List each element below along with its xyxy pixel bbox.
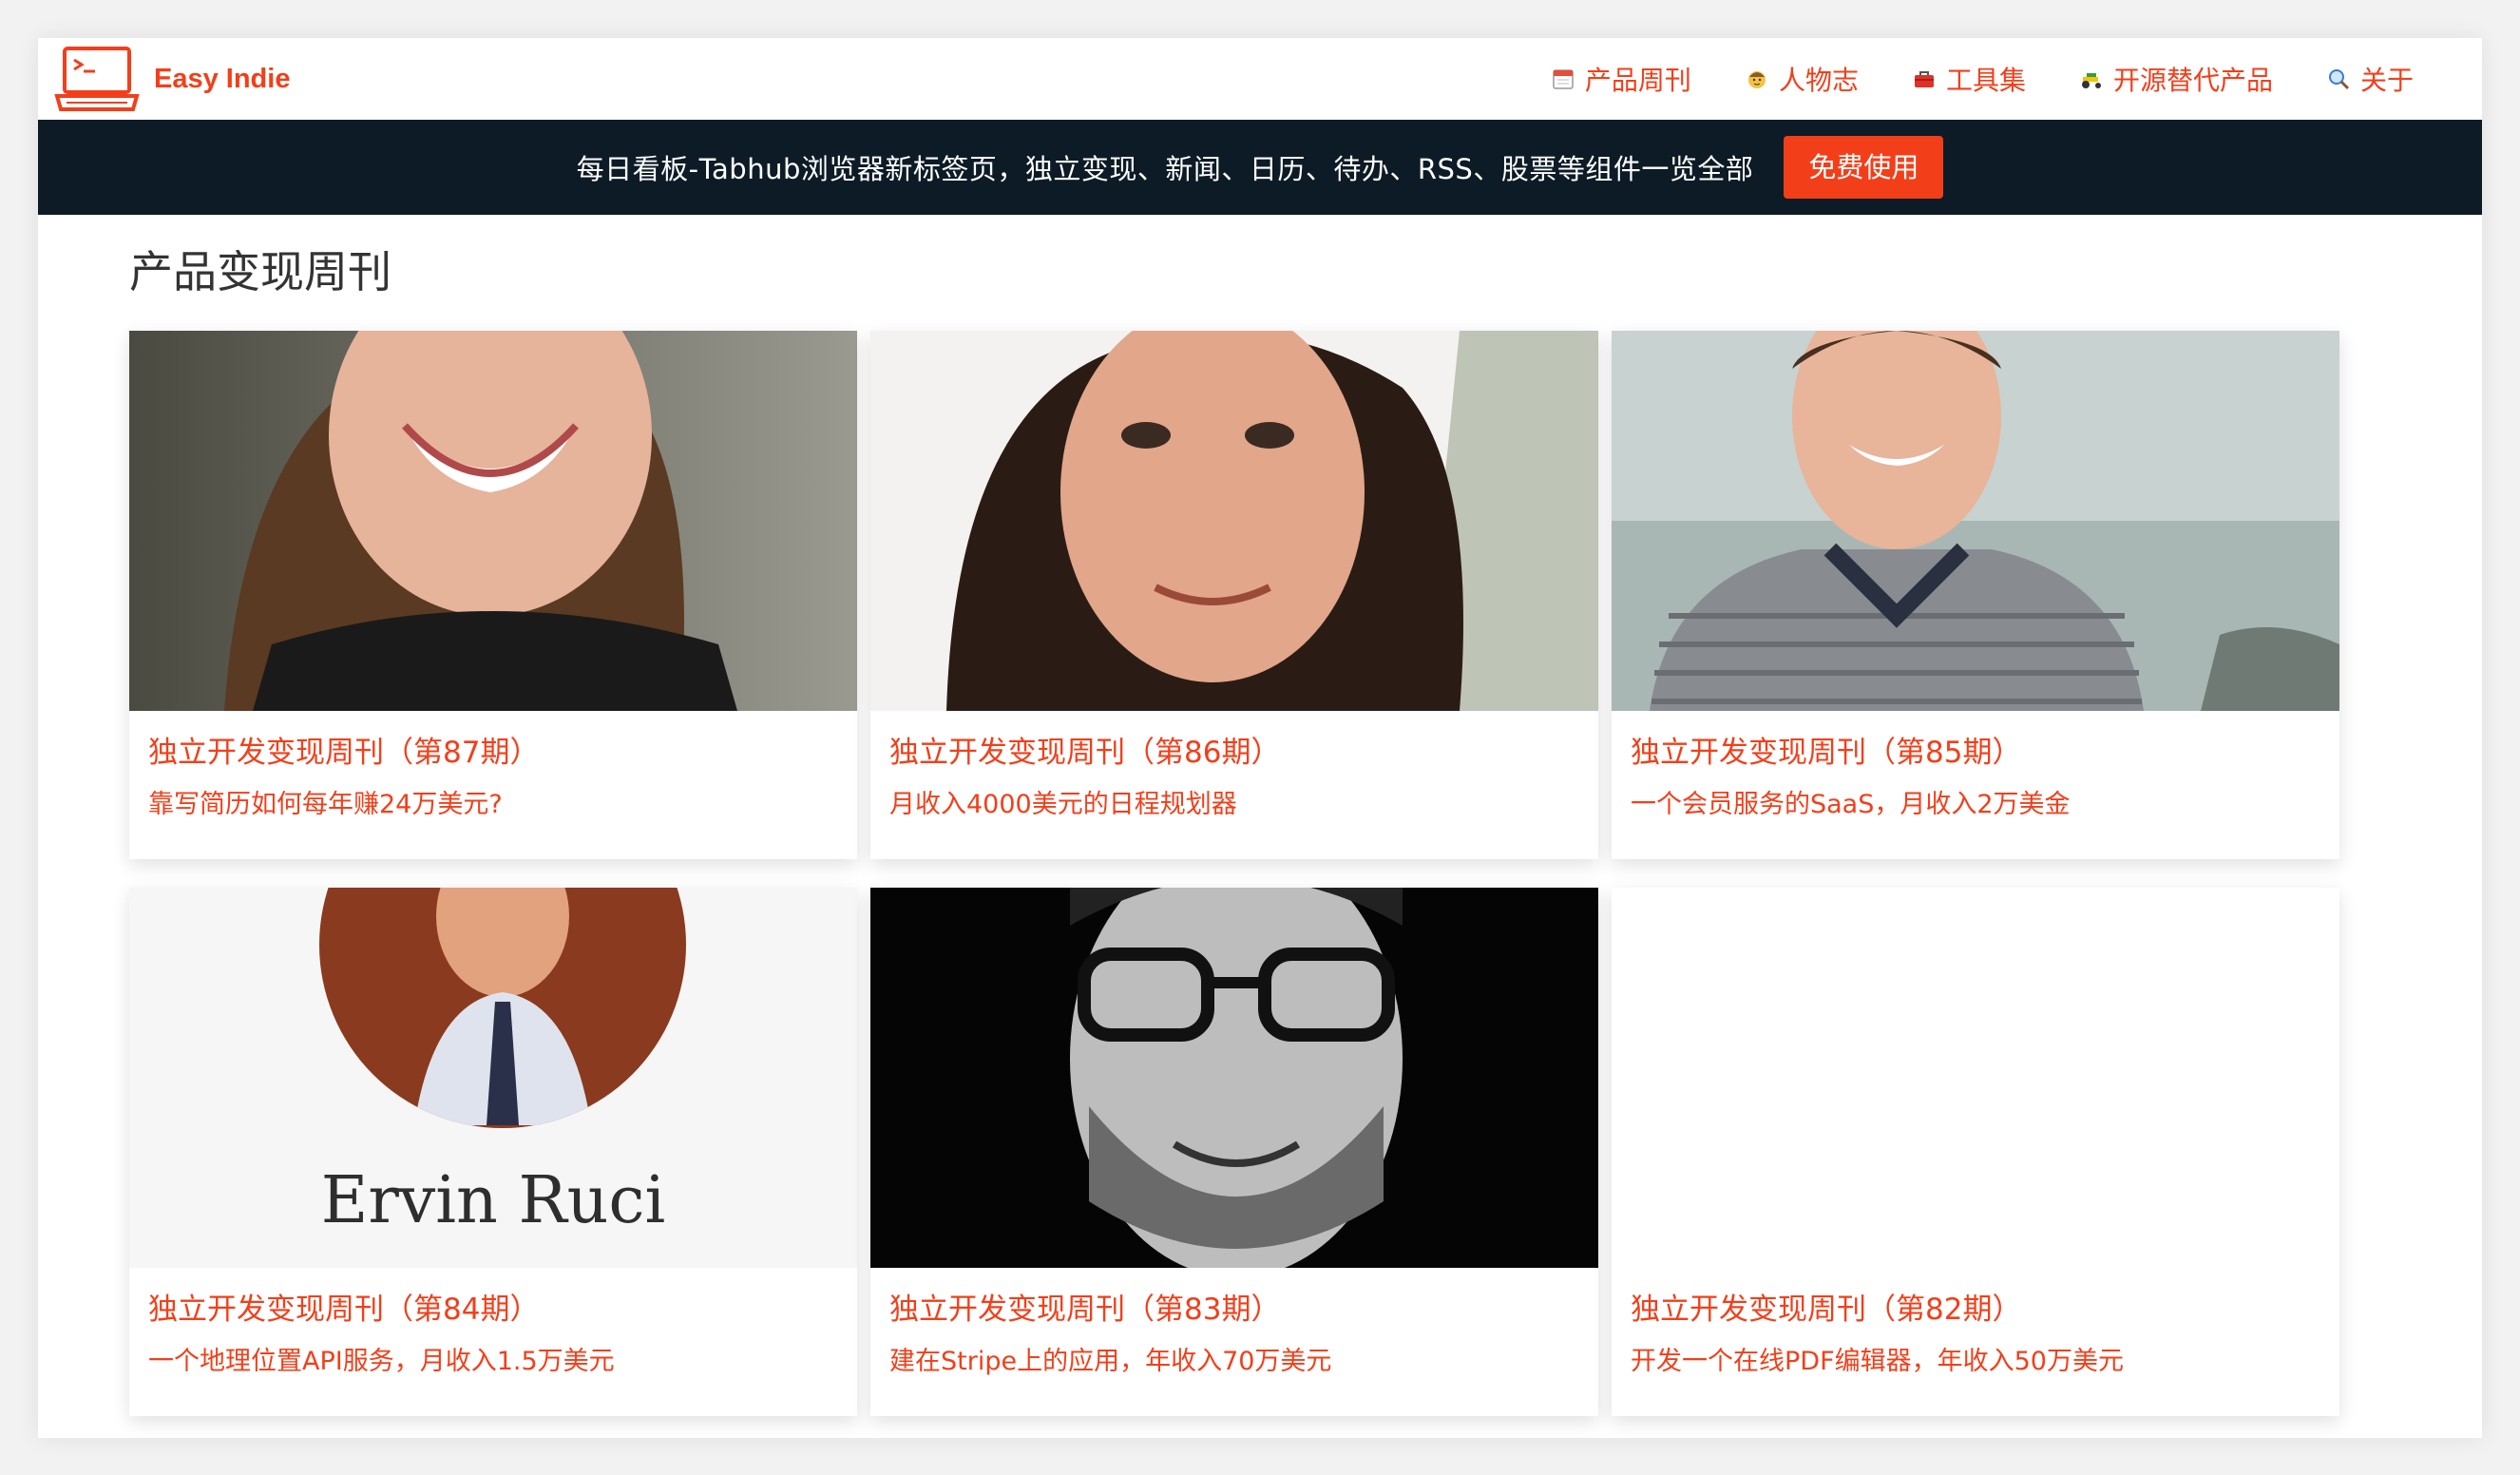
card-title[interactable]: 独立开发变现周刊（第84期） bbox=[148, 1285, 539, 1328]
card-subtitle[interactable]: 开发一个在线PDF编辑器，年收入50万美元 bbox=[1631, 1340, 2124, 1377]
nav-item-people[interactable]: 人物志 bbox=[1745, 60, 1859, 98]
nav-item-weekly[interactable]: 产品周刊 bbox=[1551, 60, 1691, 98]
weekly-card-83[interactable]: 独立开发变现周刊（第83期） 建在Stripe上的应用，年收入70万美元 bbox=[870, 888, 1598, 1416]
card-title[interactable]: 独立开发变现周刊（第86期） bbox=[889, 728, 1280, 771]
laptop-logo-icon bbox=[54, 47, 140, 111]
nav-item-about[interactable]: 关于 bbox=[2326, 60, 2414, 98]
card-title[interactable]: 独立开发变现周刊（第83期） bbox=[889, 1285, 1280, 1328]
nav-item-tools[interactable]: 工具集 bbox=[1912, 60, 2026, 98]
card-subtitle[interactable]: 月收入4000美元的日程规划器 bbox=[889, 783, 1237, 820]
portrait-photo-87 bbox=[129, 331, 857, 711]
card-subtitle[interactable]: 建在Stripe上的应用，年收入70万美元 bbox=[889, 1340, 1331, 1377]
card-image-83 bbox=[870, 888, 1598, 1268]
weekly-card-85[interactable]: 独立开发变现周刊（第85期） 一个会员服务的SaaS，月收入2万美金 bbox=[1612, 331, 2339, 859]
weekly-card-86[interactable]: 独立开发变现周刊（第86期） 月收入4000美元的日程规划器 bbox=[870, 331, 1598, 859]
magnifier-icon bbox=[2326, 67, 2351, 91]
avatar-caption: Ervin Ruci bbox=[320, 1163, 666, 1238]
card-title[interactable]: 独立开发变现周刊（第85期） bbox=[1631, 728, 2021, 771]
card-subtitle[interactable]: 一个地理位置API服务，月收入1.5万美元 bbox=[148, 1340, 615, 1377]
toolbox-icon bbox=[1912, 67, 1937, 91]
card-image-84: Ervin Ruci bbox=[129, 888, 857, 1268]
promo-banner: 每日看板-Tabhub浏览器新标签页，独立变现、新闻、日历、待办、RSS、股票等… bbox=[38, 120, 2482, 215]
card-image-86 bbox=[870, 331, 1598, 711]
person-icon bbox=[1745, 67, 1769, 91]
portrait-photo-83 bbox=[870, 888, 1598, 1268]
page-title: 产品变现周刊 bbox=[129, 246, 391, 297]
calendar-icon bbox=[1551, 67, 1575, 91]
free-use-button[interactable]: 免费使用 bbox=[1784, 136, 1944, 199]
card-image-82 bbox=[1612, 888, 2339, 1268]
nav-label-weekly: 产品周刊 bbox=[1584, 65, 1691, 96]
weekly-card-87[interactable]: 独立开发变现周刊（第87期） 靠写简历如何每年赚24万美元? bbox=[129, 331, 857, 859]
nav-label-open-source: 开源替代产品 bbox=[2112, 65, 2273, 96]
main-nav: 产品周刊 人物志 工具集 开源替代产品 关于 bbox=[1551, 38, 2414, 120]
nav-label-people: 人物志 bbox=[1778, 65, 1859, 96]
card-subtitle[interactable]: 靠写简历如何每年赚24万美元? bbox=[148, 783, 503, 820]
nav-item-open-source[interactable]: 开源替代产品 bbox=[2079, 60, 2273, 98]
card-image-85 bbox=[1612, 331, 2339, 711]
site-header: Easy Indie 产品周刊 人物志 工具集 开源替代产品 关于 bbox=[38, 38, 2482, 120]
nav-label-about: 关于 bbox=[2359, 65, 2414, 96]
brand-name: Easy Indie bbox=[154, 63, 291, 94]
weekly-card-82[interactable]: 独立开发变现周刊（第82期） 开发一个在线PDF编辑器，年收入50万美元 bbox=[1612, 888, 2339, 1416]
nav-label-tools: 工具集 bbox=[1945, 65, 2026, 96]
card-title[interactable]: 独立开发变现周刊（第82期） bbox=[1631, 1285, 2021, 1328]
portrait-photo-85 bbox=[1612, 331, 2339, 711]
card-image-87 bbox=[129, 331, 857, 711]
site-logo[interactable]: Easy Indie bbox=[53, 38, 290, 120]
browser-page: Easy Indie 产品周刊 人物志 工具集 开源替代产品 关于 每日看板-T… bbox=[38, 38, 2482, 1438]
weekly-card-84[interactable]: Ervin Ruci 独立开发变现周刊（第84期） 一个地理位置API服务，月收… bbox=[129, 888, 857, 1416]
card-title[interactable]: 独立开发变现周刊（第87期） bbox=[148, 728, 539, 771]
tractor-icon bbox=[2079, 67, 2104, 91]
card-subtitle[interactable]: 一个会员服务的SaaS，月收入2万美金 bbox=[1631, 783, 2071, 820]
portrait-photo-86 bbox=[870, 331, 1598, 711]
banner-text: 每日看板-Tabhub浏览器新标签页，独立变现、新闻、日历、待办、RSS、股票等… bbox=[576, 153, 1754, 185]
